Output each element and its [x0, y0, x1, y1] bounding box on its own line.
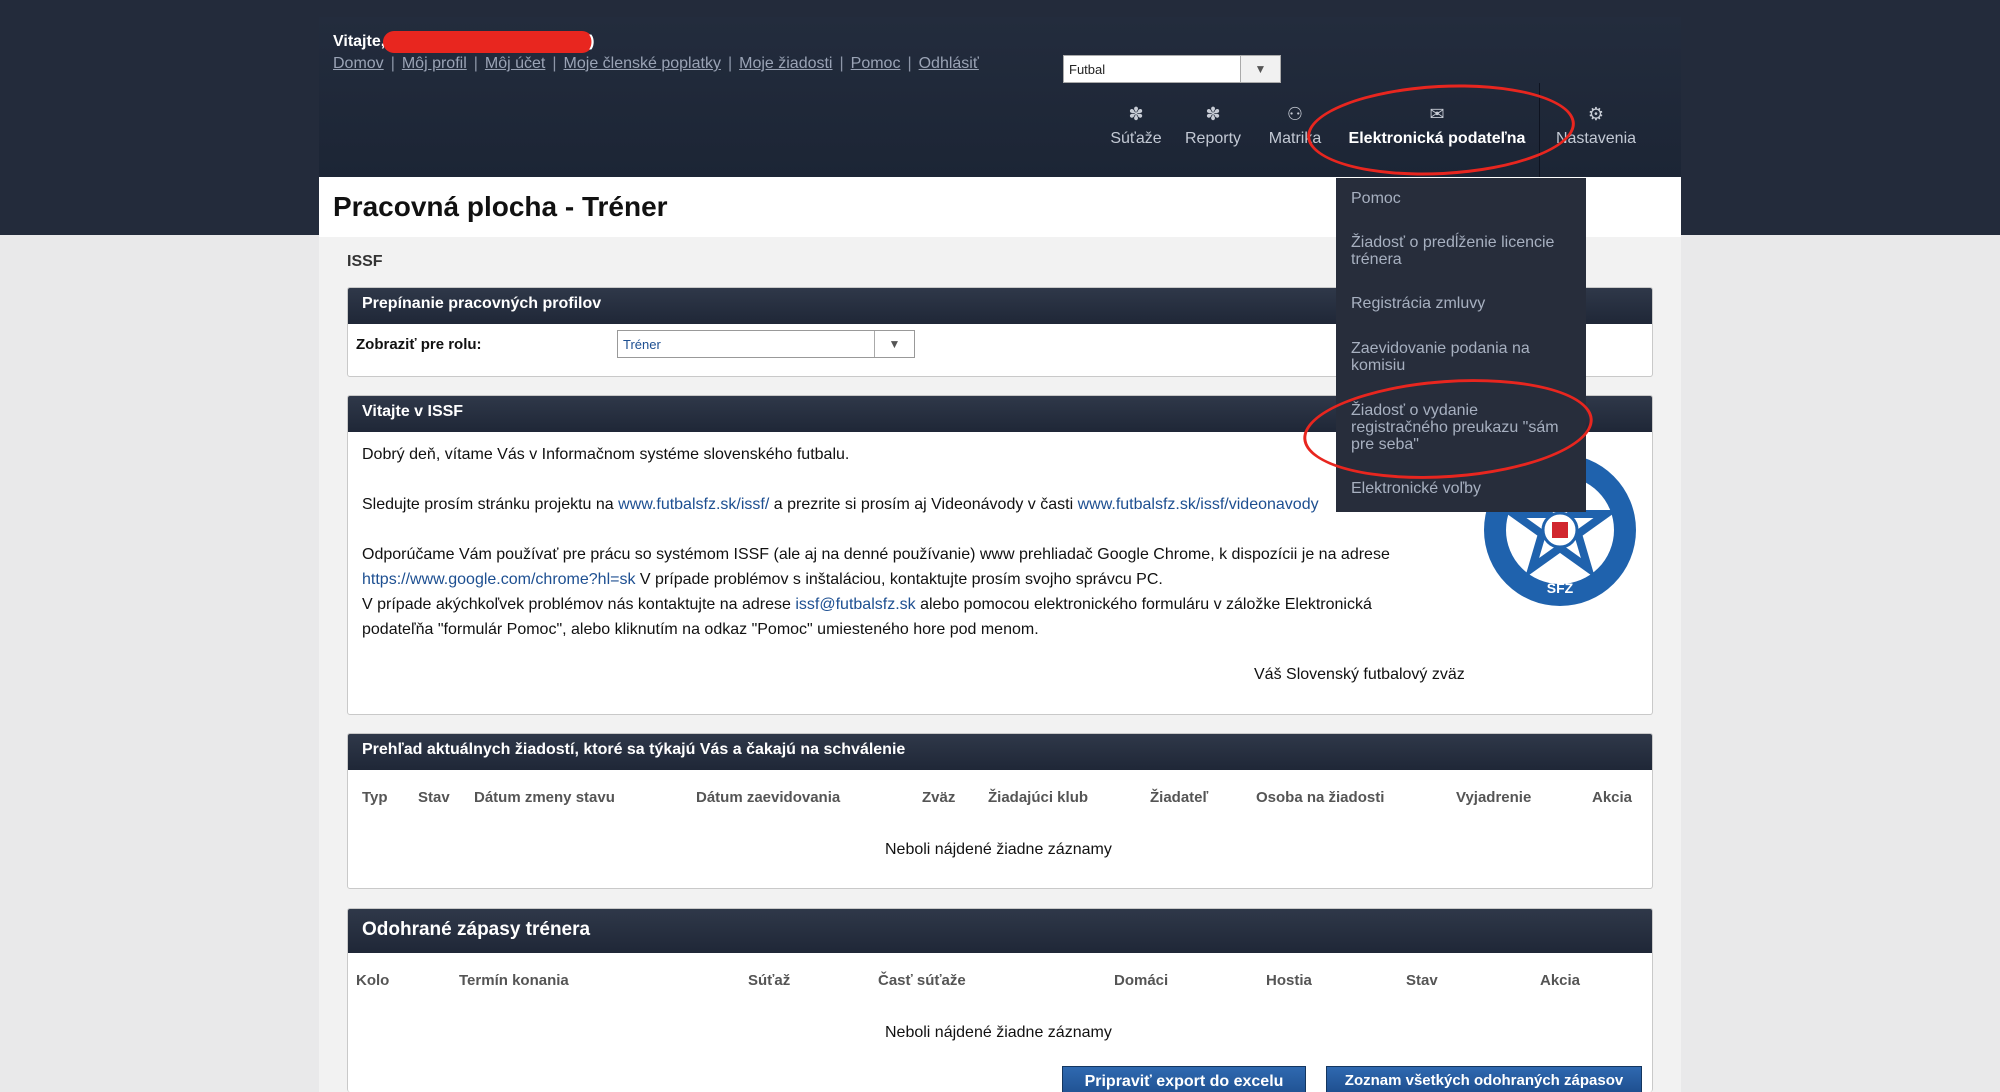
link-moj-profil[interactable]: Môj profil [402, 55, 467, 72]
welcome-paragraph: V prípade akýchkoľvek problémov nás kont… [362, 596, 1372, 638]
section-label: ISSF [347, 253, 383, 270]
requests-panel: Prehľad aktuálnych žiadostí, ktoré sa tý… [347, 733, 1653, 889]
column-header: Stav [1406, 972, 1438, 989]
nav-sutaze[interactable]: ✽ Súťaže [1101, 102, 1171, 177]
link-moj-ucet[interactable]: Môj účet [485, 55, 545, 72]
chevron-down-icon: ▼ [1240, 56, 1280, 82]
empty-message: Neboli nájdené žiadne záznamy [885, 1024, 1112, 1041]
chevron-down-icon: ▼ [874, 331, 914, 357]
column-header: Dátum zaevidovania [696, 789, 841, 806]
column-header: Typ [362, 789, 388, 806]
page-title: Pracovná plocha - Tréner [333, 191, 668, 222]
matches-panel: Odohrané zápasy trénera Kolo Termín kona… [347, 908, 1653, 1092]
signature: Váš Slovenský futbalový zväz [1254, 666, 1465, 683]
column-header: Dátum zmeny stavu [474, 789, 615, 806]
nav-nastavenia[interactable]: ⚙ Nastavenia [1543, 102, 1649, 177]
column-header: Žiadajúci klub [988, 789, 1089, 806]
link-google-chrome[interactable]: https://www.google.com/chrome?hl=sk [362, 571, 635, 588]
header: Vitajte,) Domov | Môj profil | Môj účet | Moje… [319, 17, 1681, 177]
column-header: Vyjadrenie [1456, 789, 1532, 806]
menu-item-elektronicke-volby[interactable]: Elektronické voľby [1351, 480, 1576, 497]
puzzle-icon: ✽ [1128, 104, 1144, 124]
column-header: Akcia [1592, 789, 1633, 806]
welcome-paragraph: Odporúčame Vám používať pre prácu so sys… [362, 546, 1390, 588]
link-odhlasit[interactable]: Odhlásiť [919, 55, 979, 72]
column-header: Zväz [922, 789, 956, 806]
link-videonavody[interactable]: www.futbalsfz.sk/issf/videonavody [1078, 496, 1319, 513]
nav-elektronicka-podatelna[interactable]: ✉ Elektronická podateľna [1337, 102, 1537, 177]
nav-divider [1539, 83, 1540, 177]
role-select[interactable]: Tréner ▼ [617, 330, 915, 358]
people-icon: ⚇ [1286, 104, 1304, 124]
column-header: Termín konania [459, 972, 569, 989]
column-header: Domáci [1114, 972, 1169, 989]
link-pomoc[interactable]: Pomoc [851, 55, 901, 72]
welcome-paragraph: Dobrý deň, vítame Vás v Informačnom syst… [362, 446, 850, 463]
menu-item-pomoc[interactable]: Pomoc [1351, 190, 1576, 207]
menu-item-registracia-zmluvy[interactable]: Registrácia zmluvy [1351, 295, 1576, 312]
link-clenske-poplatky[interactable]: Moje členské poplatky [564, 55, 721, 72]
column-header: Žiadateľ [1150, 789, 1209, 806]
top-links: Domov | Môj profil | Môj účet | Moje členské p… [333, 55, 979, 72]
column-header: Časť súťaže [878, 972, 966, 989]
logo-text: SFZ [1547, 580, 1574, 596]
panel-title: Prehľad aktuálnych žiadostí, ktoré sa tý… [348, 734, 1652, 770]
podatelna-dropdown-menu: Pomoc Žiadosť o predĺženie licencie trén… [1336, 178, 1586, 512]
welcome-text: Vitajte,) [333, 31, 595, 53]
all-matches-button[interactable]: Zoznam všetkých odohraných zápasov [1326, 1066, 1642, 1092]
export-excel-button[interactable]: Pripraviť export do excelu [1062, 1066, 1306, 1092]
link-domov[interactable]: Domov [333, 55, 384, 72]
link-issf-email[interactable]: issf@futbalsfz.sk [795, 596, 915, 613]
redacted-username [383, 31, 594, 53]
panel-title: Odohrané zápasy trénera [348, 909, 1652, 953]
link-issf-project[interactable]: www.futbalsfz.sk/issf/ [618, 496, 769, 513]
column-header: Hostia [1266, 972, 1312, 989]
menu-item-registracny-preukaz[interactable]: Žiadosť o vydanie registračného preukazu… [1351, 402, 1576, 453]
link-moje-ziadosti[interactable]: Moje žiadosti [739, 55, 832, 72]
empty-message: Neboli nájdené žiadne záznamy [885, 841, 1112, 858]
role-label: Zobraziť pre rolu: [356, 336, 482, 353]
column-header: Súťaž [748, 972, 791, 989]
menu-item-predlzenie-licencie[interactable]: Žiadosť o predĺženie licencie trénera [1351, 234, 1576, 268]
menu-item-podanie-komisia[interactable]: Zaevidovanie podania na komisiu [1351, 340, 1576, 374]
column-header: Osoba na žiadosti [1256, 789, 1385, 806]
welcome-paragraph: Sledujte prosím stránku projektu na www.… [362, 496, 1319, 513]
column-header: Akcia [1540, 972, 1581, 989]
gears-icon: ⚙ [1587, 104, 1605, 124]
sport-select[interactable]: Futbal ▼ [1063, 55, 1281, 83]
puzzle-icon: ✽ [1205, 104, 1221, 124]
nav-reporty[interactable]: ✽ Reporty [1173, 102, 1253, 177]
column-header: Stav [418, 789, 450, 806]
column-header: Kolo [356, 972, 390, 989]
envelope-icon: ✉ [1429, 104, 1445, 124]
nav-matrika[interactable]: ⚇ Matrika [1255, 102, 1335, 177]
